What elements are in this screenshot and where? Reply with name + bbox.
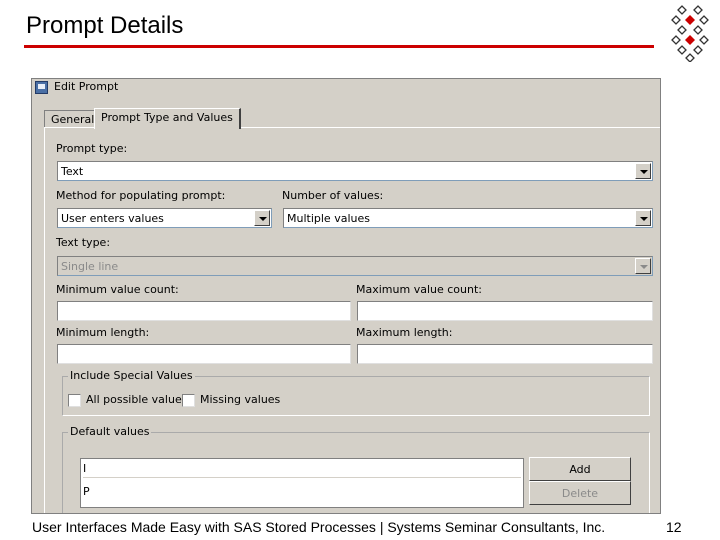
default-values-list[interactable]: I P	[80, 458, 524, 508]
all-possible-values-checkbox[interactable]	[68, 394, 81, 407]
max-value-count-input[interactable]	[357, 301, 653, 321]
missing-values-label: Missing values	[200, 393, 281, 406]
prompt-type-select[interactable]: Text	[57, 161, 653, 181]
dropdown-arrow-icon[interactable]	[254, 210, 270, 226]
special-values-title: Include Special Values	[68, 369, 195, 382]
default-values-group: Default values I P Add Delete	[62, 425, 650, 513]
missing-values-checkbox[interactable]	[182, 394, 195, 407]
min-value-count-label: Minimum value count:	[56, 283, 179, 296]
edit-prompt-window-icon	[35, 81, 48, 94]
dropdown-arrow-icon[interactable]	[635, 210, 651, 226]
slide-title: Prompt Details	[26, 12, 184, 39]
title-rule	[24, 45, 654, 48]
number-of-values-select[interactable]: Multiple values	[283, 208, 653, 228]
max-value-count-label: Maximum value count:	[356, 283, 482, 296]
text-type-select: Single line	[57, 256, 653, 276]
prompt-type-value: Text	[61, 165, 84, 178]
dialog-title: Edit Prompt	[54, 80, 119, 93]
max-length-input[interactable]	[357, 344, 653, 364]
add-button[interactable]: Add	[529, 457, 631, 481]
special-values-group: Include Special Values All possible valu…	[62, 369, 650, 416]
tab-general[interactable]: General	[44, 110, 102, 128]
slide-footer: User Interfaces Made Easy with SAS Store…	[32, 519, 606, 535]
method-value: User enters values	[61, 212, 164, 225]
delete-button[interactable]: Delete	[529, 481, 631, 505]
diamond-logo-icon	[671, 5, 709, 62]
page-number: 12	[666, 519, 682, 535]
method-label: Method for populating prompt:	[56, 189, 226, 202]
text-type-label: Text type:	[56, 236, 111, 249]
prompt-type-label: Prompt type:	[56, 142, 128, 155]
min-length-label: Minimum length:	[56, 326, 150, 339]
number-of-values-value: Multiple values	[287, 212, 370, 225]
number-of-values-label: Number of values:	[282, 189, 384, 202]
dialog-titlebar[interactable]: Edit Prompt	[32, 79, 660, 96]
tab-panel: Prompt type: Text Method for populating …	[44, 127, 660, 513]
edit-prompt-dialog: Edit Prompt General Prompt Type and Valu…	[31, 78, 661, 514]
all-possible-values-label: All possible values	[86, 393, 188, 406]
list-item[interactable]: I	[83, 460, 521, 478]
dropdown-arrow-icon[interactable]	[635, 163, 651, 179]
tab-prompt-type-and-values[interactable]: Prompt Type and Values	[94, 108, 241, 129]
method-select[interactable]: User enters values	[57, 208, 272, 228]
list-item[interactable]: P	[83, 483, 521, 501]
min-length-input[interactable]	[57, 344, 351, 364]
default-values-title: Default values	[68, 425, 152, 438]
dropdown-arrow-icon	[635, 258, 651, 274]
min-value-count-input[interactable]	[57, 301, 351, 321]
max-length-label: Maximum length:	[356, 326, 453, 339]
text-type-value: Single line	[61, 260, 119, 273]
